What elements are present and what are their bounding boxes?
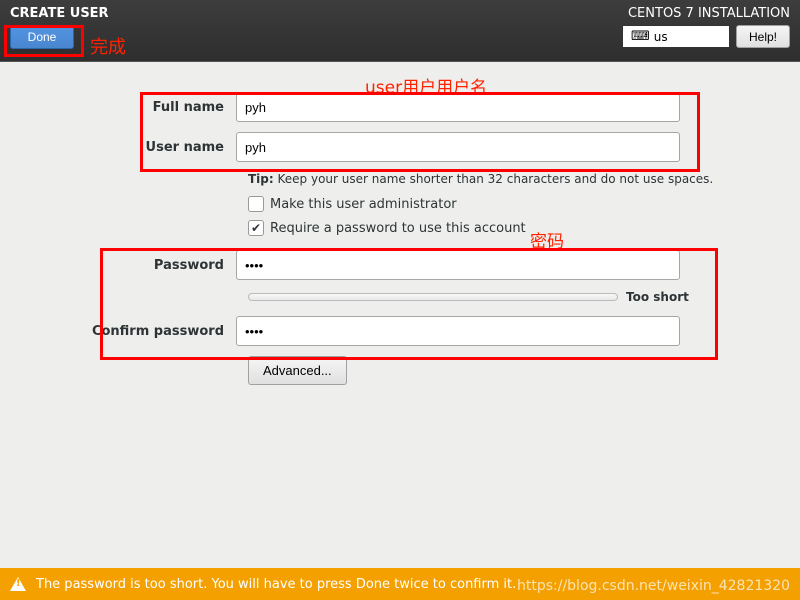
confirm-password-label: Confirm password <box>0 324 236 339</box>
admin-checkbox-label: Make this user administrator <box>270 197 457 212</box>
warning-bar: The password is too short. You will have… <box>0 568 800 600</box>
tip-prefix: Tip: <box>248 172 274 186</box>
password-row: Password <box>0 250 800 280</box>
admin-checkbox[interactable] <box>248 196 264 212</box>
create-user-form: Full name User name Tip: Keep your user … <box>0 62 800 385</box>
installer-title: CENTOS 7 INSTALLATION <box>628 6 790 21</box>
done-button[interactable]: Done <box>10 25 74 49</box>
confirm-password-input[interactable] <box>236 316 680 346</box>
advanced-button[interactable]: Advanced... <box>248 356 347 385</box>
password-strength-row: Too short <box>248 290 800 304</box>
username-label: User name <box>0 140 236 155</box>
header-left: CREATE USER Done <box>10 6 109 55</box>
warning-text: The password is too short. You will have… <box>36 577 516 592</box>
keyboard-layout-selector[interactable]: ⌨ us <box>622 25 730 48</box>
password-label: Password <box>0 258 236 273</box>
header-right: CENTOS 7 INSTALLATION ⌨ us Help! <box>622 6 790 55</box>
fullname-row: Full name <box>0 92 800 122</box>
username-tip: Tip: Keep your user name shorter than 32… <box>248 172 800 186</box>
require-password-checkbox[interactable]: ✔ <box>248 220 264 236</box>
fullname-input[interactable] <box>236 92 680 122</box>
fullname-label: Full name <box>0 100 236 115</box>
password-input[interactable] <box>236 250 680 280</box>
page-title: CREATE USER <box>10 6 109 21</box>
admin-checkbox-row[interactable]: Make this user administrator <box>248 196 800 212</box>
header-bar: CREATE USER Done CENTOS 7 INSTALLATION ⌨… <box>0 0 800 62</box>
tip-text: Keep your user name shorter than 32 char… <box>274 172 714 186</box>
password-strength-label: Too short <box>626 290 689 304</box>
require-password-checkbox-row[interactable]: ✔ Require a password to use this account <box>248 220 800 236</box>
password-strength-bar <box>248 293 618 301</box>
username-row: User name <box>0 132 800 162</box>
help-button[interactable]: Help! <box>736 25 790 48</box>
keyboard-icon: ⌨ <box>631 29 650 44</box>
keyboard-layout-label: us <box>654 30 668 44</box>
warning-icon <box>10 577 26 591</box>
username-input[interactable] <box>236 132 680 162</box>
header-controls: ⌨ us Help! <box>622 25 790 48</box>
confirm-password-row: Confirm password <box>0 316 800 346</box>
require-password-label: Require a password to use this account <box>270 221 526 236</box>
